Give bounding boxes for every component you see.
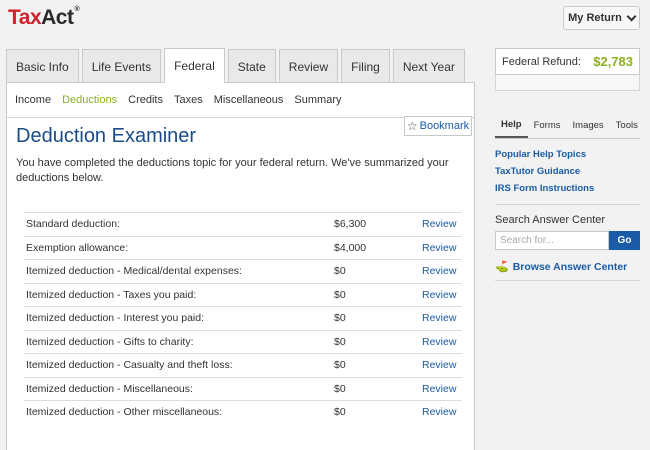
search-input[interactable] [495,231,609,250]
row-amount: $0 [334,265,346,278]
logo-act: Act [41,6,74,29]
my-return-label: My Return [568,12,622,24]
row-label: Exemption allowance: [26,241,129,254]
row-label: Itemized deduction - Interest you paid: [26,312,205,325]
sidebar-divider-bottom [495,280,640,281]
row-amount: $0 [334,312,346,325]
review-link[interactable]: Review [422,242,462,254]
row-label: Itemized deduction - Medical/dental expe… [26,265,242,278]
table-row: Itemized deduction - Other miscellaneous… [24,400,462,424]
review-link[interactable]: Review [422,406,462,418]
tab-images[interactable]: Images [567,113,610,138]
refund-label: Federal Refund: [502,55,581,68]
tab-state[interactable]: State [227,49,276,83]
deductions-table: Standard deduction: $6,300 Review Exemptio… [24,212,462,424]
tab-next-year[interactable]: Next Year [392,49,465,83]
tab-filing[interactable]: Filing [341,49,390,83]
subnav-deductions[interactable]: Deductions [62,94,117,106]
chevron-down-icon [626,11,637,21]
refund-value: $2,783 [593,54,633,69]
review-link[interactable]: Review [422,383,462,395]
federal-refund-box: Federal Refund: $2,783 [495,48,640,75]
star-icon: ☆ [406,119,418,133]
row-amount: $4,000 [334,241,367,254]
row-amount: $0 [334,288,346,301]
search-answer-center-title: Search Answer Center [495,214,606,226]
row-label: Itemized deduction - Casualty and theft … [26,359,233,372]
review-link[interactable]: Review [422,336,462,348]
subnav-summary[interactable]: Summary [294,94,341,106]
taxact-logo[interactable]: TaxAct® [8,6,80,30]
table-row: Itemized deduction - Taxes you paid: $0 Re… [24,282,462,307]
row-label: Itemized deduction - Other miscellaneous… [26,406,223,419]
table-row: Exemption allowance: $4,000 Review [24,235,462,260]
table-row: Itemized deduction - Medical/dental expe… [24,259,462,283]
link-irs-form-instructions[interactable]: IRS Form Instructions [495,183,594,200]
row-amount: $0 [334,335,346,348]
tab-federal[interactable]: Federal [164,48,225,83]
row-amount: $0 [334,359,346,372]
main-tabs: Basic Info Life Events Federal State Rev… [6,48,468,83]
link-popular-help-topics[interactable]: Popular Help Topics [495,149,594,166]
help-links: Popular Help Topics TaxTutor Guidance IR… [495,149,594,200]
signpost-icon: ⛳ [495,261,509,273]
bookmark-button[interactable]: ☆ Bookmark [404,116,472,136]
tab-help[interactable]: Help [495,113,528,138]
subnav-income[interactable]: Income [15,94,51,106]
row-label: Itemized deduction - Gifts to charity: [26,335,194,348]
table-row: Itemized deduction - Gifts to charity: $0… [24,329,462,354]
tab-life-events[interactable]: Life Events [81,49,162,83]
my-return-button[interactable]: My Return [563,6,640,30]
federal-subnav: Income Deductions Credits Taxes Miscella… [15,94,352,106]
review-link[interactable]: Review [422,218,462,230]
row-amount: $6,300 [334,218,367,231]
top-bar: TaxAct® My Return [0,0,650,42]
federal-panel: Income Deductions Credits Taxes Miscella… [6,82,475,450]
link-taxtutor-guidance[interactable]: TaxTutor Guidance [495,166,594,183]
table-row: Standard deduction: $6,300 Review [24,212,462,236]
sidebar-tabs: Help Forms Images Tools [495,113,640,139]
logo-registered-mark: ® [74,6,80,13]
intro-text: You have completed the deductions topic … [16,157,449,184]
table-row: Itemized deduction - Interest you paid: $… [24,306,462,330]
row-label: Itemized deduction - Taxes you paid: [26,288,197,301]
go-button[interactable]: Go [609,231,640,250]
row-label: Standard deduction: [26,218,120,231]
table-row: Itemized deduction - Miscellaneous: $0 Rev… [24,376,462,401]
subnav-miscellaneous[interactable]: Miscellaneous [214,94,284,106]
tab-basic-info[interactable]: Basic Info [6,49,79,83]
refund-box-footer [495,75,640,91]
row-label: Itemized deduction - Miscellaneous: [26,382,193,395]
tab-review[interactable]: Review [278,49,339,83]
row-amount: $0 [334,382,346,395]
subnav-credits[interactable]: Credits [128,94,163,106]
bookmark-label: Bookmark [419,120,470,132]
table-row: Itemized deduction - Casualty and theft … [24,353,462,377]
review-link[interactable]: Review [422,265,462,277]
page-title: Deduction Examiner [16,125,197,147]
logo-tax: Tax [8,6,42,29]
row-amount: $0 [334,406,346,419]
browse-label: Browse Answer Center [512,260,628,273]
browse-answer-center-link[interactable]: ⛳ Browse Answer Center [495,260,628,274]
subnav-taxes[interactable]: Taxes [174,94,203,106]
review-link[interactable]: Review [422,289,462,301]
tab-forms[interactable]: Forms [528,113,567,138]
review-link[interactable]: Review [422,312,462,324]
sidebar-divider [495,204,640,205]
review-link[interactable]: Review [422,359,462,371]
tab-tools[interactable]: Tools [610,113,644,138]
